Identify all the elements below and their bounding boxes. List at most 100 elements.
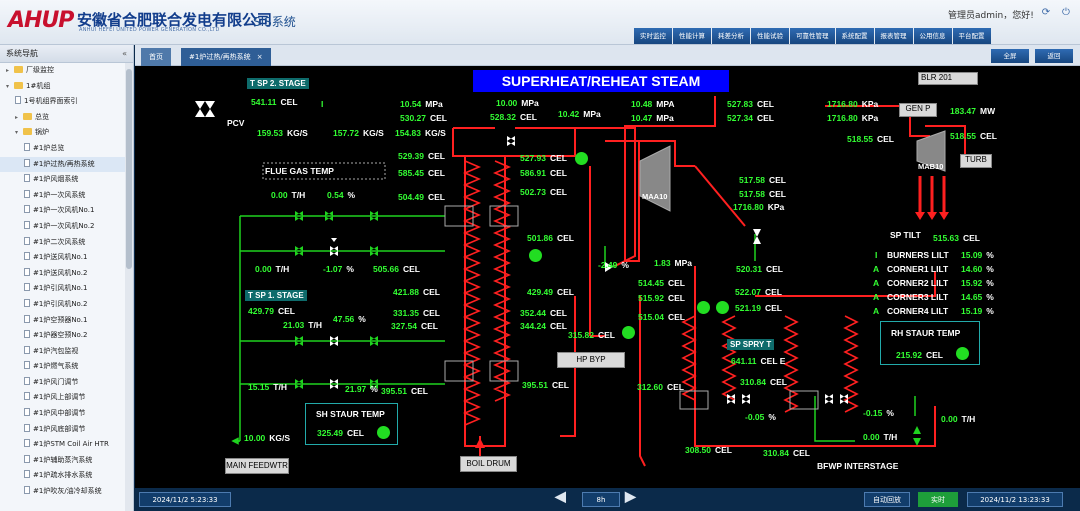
sidebar-item[interactable]: #1炉风中部调节 (0, 406, 133, 422)
reading: 514.45 CEL (638, 278, 685, 288)
reading: 157.72 KG/S (333, 128, 384, 138)
reading-value: 514.45 (638, 278, 664, 288)
document-icon (15, 96, 21, 105)
sidebar-item[interactable]: #1炉疏水排水系统 (0, 468, 133, 484)
next-arrow-icon[interactable]: ▶ (625, 489, 636, 503)
chevron-down-icon[interactable]: ▾ (15, 125, 23, 141)
sidebar-scrollbar[interactable] (125, 63, 133, 511)
sidebar-item[interactable]: #1炉风门调节 (0, 375, 133, 391)
back-button[interactable]: 返回 (1035, 49, 1073, 63)
reading-value: 1716.80 (827, 99, 858, 109)
reading-unit: KPa (767, 202, 785, 212)
document-icon (24, 345, 30, 354)
reading-value: 157.72 (333, 128, 359, 138)
sidebar-item-label: #1炉总览 (33, 143, 65, 152)
sidebar-item[interactable]: #1炉风烟系统 (0, 172, 133, 188)
status-led (529, 249, 542, 262)
refresh-icon[interactable]: ⟳ (1040, 7, 1052, 19)
document-icon (24, 454, 30, 463)
tab-superheat-reheat[interactable]: #1炉过热/再热系统 × (181, 48, 271, 66)
sidebar-item[interactable]: #1炉风上部调节 (0, 390, 133, 406)
hp-bypass-button[interactable]: HP BYP (557, 352, 625, 368)
sidebar-item[interactable]: #1炉送风机No.2 (0, 266, 133, 282)
menu-item[interactable]: 性能计算 (673, 28, 711, 44)
reading-value: 315.82 (568, 330, 594, 340)
sidebar-item[interactable]: #1炉送风机No.1 (0, 250, 133, 266)
sidebar-item-label: 锅炉 (35, 128, 49, 137)
sidebar-item[interactable]: ▾ 锅炉 (0, 125, 133, 141)
sidebar-item-label: 1号机组界面索引 (24, 97, 78, 106)
sidebar-item[interactable]: #1炉风底部调节 (0, 422, 133, 438)
user-greeting[interactable]: 管理员admin，您好! (948, 8, 1034, 21)
tab-home[interactable]: 首页 (141, 48, 171, 66)
scroll-thumb[interactable] (126, 69, 132, 269)
menu-item[interactable]: 可靠性管理 (790, 28, 835, 44)
menu-item[interactable]: 报表管理 (874, 28, 913, 44)
sidebar-item[interactable]: #1炉引风机No.1 (0, 281, 133, 297)
reading-unit: % (986, 264, 994, 274)
range-selector[interactable]: 8h (582, 492, 620, 507)
menu-item[interactable]: 系统配置 (835, 28, 874, 44)
chevron-down-icon[interactable]: ▾ (6, 79, 14, 95)
menu-item[interactable]: 耗差分析 (712, 28, 750, 44)
reading-unit: KG/S (363, 128, 384, 138)
sidebar-item[interactable]: ▾ 1#机组 (0, 79, 133, 95)
collapse-icon[interactable]: « (122, 45, 127, 63)
close-icon[interactable]: × (257, 53, 263, 61)
reading-value: 10.47 (631, 113, 653, 123)
sidebar-item[interactable]: #1炉STM Coil Air HTR (0, 437, 133, 453)
boil-drum-button[interactable]: BOIL DRUM (460, 456, 517, 472)
auto-replay-button[interactable]: 自动回放 (864, 492, 910, 507)
top-menu: 实时监控 性能计算 耗差分析 性能试验 可靠性管理 系统配置 报表管理 公用信息 平台配置 (633, 28, 991, 44)
sidebar-item[interactable]: #1炉器空预No.2 (0, 328, 133, 344)
sidebar-item[interactable]: ▸ 厂级监控 (0, 63, 133, 79)
document-icon (24, 408, 30, 417)
turb-box[interactable]: TURB (960, 154, 992, 168)
reading-value: 215.92 (896, 350, 922, 360)
gen-p-box[interactable]: GEN P (899, 103, 937, 117)
sidebar-item[interactable]: #1炉辅助蒸汽系统 (0, 453, 133, 469)
menu-item[interactable]: 实时监控 (634, 28, 672, 44)
status-led (377, 426, 390, 439)
sidebar-item[interactable]: #1炉一次风系统 (0, 188, 133, 204)
sidebar-item[interactable]: #1炉空预器No.1 (0, 313, 133, 329)
sidebar-item[interactable]: #1炉一次风机No.2 (0, 219, 133, 235)
reading-unit: CEL (557, 233, 574, 243)
menu-item[interactable]: 平台配置 (952, 28, 991, 44)
auto-mark: A (873, 306, 880, 316)
main-feedwater-button[interactable]: MAIN FEEDWTR (225, 458, 289, 474)
sidebar-item-label: #1炉器空预No.2 (33, 331, 88, 340)
sidebar-item[interactable]: #1炉二次风系统 (0, 235, 133, 251)
status-led (716, 301, 729, 314)
sidebar-item[interactable]: ▸ 总览 (0, 110, 133, 126)
prev-arrow-icon[interactable]: ◀ (555, 489, 566, 503)
start-time[interactable]: 2024/11/2 5:23:33 (139, 492, 231, 507)
sidebar-item[interactable]: #1炉总览 (0, 141, 133, 157)
document-icon (24, 470, 30, 479)
sidebar-item[interactable]: #1炉引风机No.2 (0, 297, 133, 313)
reading-value: 1716.80 (733, 202, 764, 212)
power-icon[interactable]: ⏻ (1060, 7, 1072, 19)
realtime-button[interactable]: 实时 (918, 492, 958, 507)
sidebar-item[interactable]: #1炉一次风机No.1 (0, 203, 133, 219)
reading: 0.00 T/H (863, 432, 897, 442)
end-time[interactable]: 2024/11/2 13:23:33 (967, 492, 1063, 507)
menu-item[interactable]: 公用信息 (913, 28, 952, 44)
chevron-right-icon[interactable]: ▸ (6, 63, 14, 79)
reading-value: 325.49 (317, 428, 343, 438)
sidebar-item[interactable]: #1炉过热/再热系统 (0, 156, 133, 173)
reading-unit: T/H (308, 320, 322, 330)
fullscreen-button[interactable]: 全屏 (991, 49, 1029, 63)
sidebar-item[interactable]: #1炉燃气系统 (0, 359, 133, 375)
document-icon (24, 158, 30, 167)
sidebar-item[interactable]: #1炉吹灰/油冷却系统 (0, 484, 133, 500)
reading: 10.48 MPA (631, 99, 675, 109)
reading-value: 21.03 (283, 320, 305, 330)
sidebar-item[interactable]: 1号机组界面索引 (0, 94, 133, 110)
menu-item[interactable]: 性能试验 (751, 28, 789, 44)
reading: -1.07% (323, 264, 354, 274)
chevron-right-icon[interactable]: ▸ (15, 110, 23, 126)
sidebar-item[interactable]: #1炉汽包监视 (0, 344, 133, 360)
reading: 0.00 T/H (941, 414, 975, 424)
reading-unit: CEL (877, 134, 894, 144)
